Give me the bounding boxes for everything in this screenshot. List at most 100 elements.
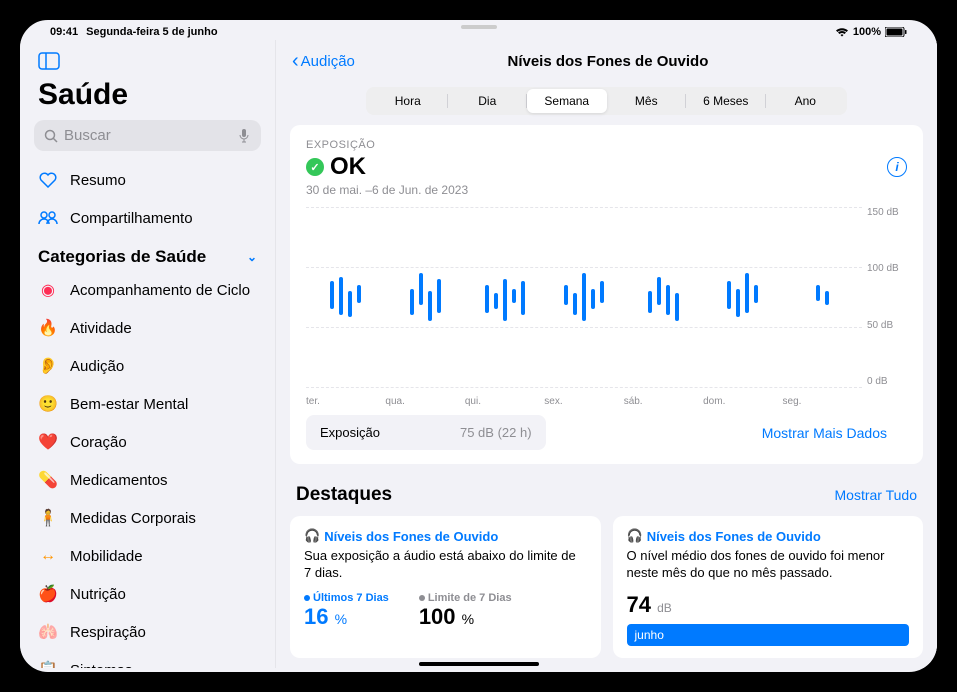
- sidebar-item-label: Mobilidade: [70, 548, 143, 565]
- sidebar-toggle-button[interactable]: [20, 48, 275, 74]
- home-indicator[interactable]: [419, 662, 539, 666]
- lungs-icon: 🫁: [38, 622, 58, 642]
- segment-hora[interactable]: Hora: [368, 89, 448, 113]
- sidebar-item-label: Coração: [70, 434, 127, 451]
- chart-bar: [428, 291, 432, 321]
- sidebar-category-item[interactable]: 👂 Audição: [20, 347, 275, 385]
- highlight-card[interactable]: 🎧Níveis dos Fones de Ouvido Sua exposiçã…: [290, 516, 601, 658]
- heart-icon: ❤️: [38, 432, 58, 452]
- segment-dia[interactable]: Dia: [448, 89, 528, 113]
- chart-bar: [348, 291, 352, 317]
- dynamic-island: [461, 25, 497, 29]
- sidebar-category-item[interactable]: ↔ Mobilidade: [20, 537, 275, 575]
- sidebar-category-item[interactable]: ❤️ Coração: [20, 423, 275, 461]
- chart-bar: [727, 281, 731, 309]
- chart-bar: [564, 285, 568, 305]
- sidebar-item-label: Sintomas: [70, 662, 133, 669]
- sidebar-category-item[interactable]: ◉ Acompanhamento de Ciclo: [20, 271, 275, 309]
- chart-day-group: [703, 207, 782, 387]
- info-button[interactable]: i: [887, 157, 907, 177]
- sidebar-category-item[interactable]: 📋 Sintomas: [20, 651, 275, 668]
- search-placeholder: Buscar: [64, 127, 111, 144]
- sidebar-item-label: Nutrição: [70, 586, 126, 603]
- page-title: Níveis dos Fones de Ouvido: [295, 53, 921, 70]
- exposure-card: EXPOSIÇÃO ✓ OK i 30 de mai. –6 de Jun. d…: [290, 125, 923, 464]
- search-input[interactable]: Buscar: [34, 120, 261, 151]
- chart-bar: [330, 281, 334, 309]
- wifi-icon: [835, 27, 849, 37]
- heart-icon: [38, 170, 58, 190]
- exposure-label: EXPOSIÇÃO: [306, 139, 907, 151]
- sidebar-item-label: Bem-estar Mental: [70, 396, 188, 413]
- sidebar-category-item[interactable]: 💊Medicamentos: [20, 461, 275, 499]
- ear-icon: 👂: [38, 356, 58, 376]
- sidebar-category-item[interactable]: 🫁 Respiração: [20, 613, 275, 651]
- chart-bar: [521, 281, 525, 315]
- sidebar-item-label: Medidas Corporais: [70, 510, 196, 527]
- sidebar-category-item[interactable]: 🙂 Bem-estar Mental: [20, 385, 275, 423]
- segment-ano[interactable]: Ano: [766, 89, 846, 113]
- sidebar-item-label: Respiração: [70, 624, 146, 641]
- nutrition-icon: 🍎: [38, 584, 58, 604]
- show-more-data-button[interactable]: Mostrar Mais Dados: [762, 425, 887, 441]
- chart-bar: [512, 289, 516, 303]
- sidebar-item-resumo[interactable]: Resumo: [20, 161, 275, 199]
- headphone-icon: 🎧: [627, 528, 643, 544]
- audio-exposure-chart[interactable]: 150 dB100 dB50 dB0 dB ter.qua.qui.sex.sá…: [306, 207, 907, 407]
- chart-bar: [600, 281, 604, 303]
- mobility-icon: ↔: [38, 546, 58, 566]
- chart-bar: [825, 291, 829, 305]
- chart-bar: [582, 273, 586, 321]
- chart-bar: [745, 273, 749, 313]
- chart-day-group: [385, 207, 464, 387]
- categories-header[interactable]: Categorias de Saúde ⌄: [20, 237, 275, 271]
- time-range-selector: HoraDiaSemanaMês6 MesesAno: [366, 87, 847, 115]
- chart-bar: [357, 285, 361, 303]
- chart-bar: [573, 293, 577, 315]
- sidebar-item-label: Acompanhamento de Ciclo: [70, 282, 250, 299]
- sidebar-item-label: Audição: [70, 358, 124, 375]
- chart-day-group: [783, 207, 862, 387]
- main-content: ‹ Audição Níveis dos Fones de Ouvido Hor…: [275, 40, 937, 668]
- chart-bar: [736, 289, 740, 318]
- sidebar-category-item[interactable]: 🔥Atividade: [20, 309, 275, 347]
- chart-day-group: [306, 207, 385, 387]
- sidebar-category-item[interactable]: 🍎 Nutrição: [20, 575, 275, 613]
- mind-icon: 🙂: [38, 394, 58, 414]
- chart-bar: [666, 285, 670, 315]
- chart-bar: [419, 273, 423, 305]
- segment-mês[interactable]: Mês: [607, 89, 687, 113]
- sidebar: Saúde Buscar Resumo: [20, 40, 275, 668]
- headphone-icon: 🎧: [304, 528, 320, 544]
- sidebar-item-label: Resumo: [70, 172, 126, 189]
- status-bar: 09:41 Segunda-feira 5 de junho 100%: [20, 20, 937, 40]
- app-title: Saúde: [20, 74, 275, 120]
- symptoms-icon: 📋: [38, 660, 58, 668]
- highlight-card[interactable]: 🎧Níveis dos Fones de Ouvido O nível médi…: [613, 516, 924, 658]
- exposure-status: OK: [330, 153, 366, 181]
- show-all-button[interactable]: Mostrar Tudo: [835, 487, 917, 503]
- chart-bar: [485, 285, 489, 313]
- search-icon: [44, 129, 58, 143]
- flame-icon: 🔥: [38, 318, 58, 338]
- chart-bar: [648, 291, 652, 313]
- chart-bar: [675, 293, 679, 321]
- cycle-icon: ◉: [38, 280, 58, 300]
- chart-bar: [591, 289, 595, 309]
- check-icon: ✓: [306, 158, 324, 176]
- chart-bar: [410, 289, 414, 315]
- chart-bar: [437, 279, 441, 313]
- chart-bar: [503, 279, 507, 321]
- battery-text: 100%: [853, 26, 881, 38]
- sidebar-item-compartilhamento[interactable]: Compartilhamento: [20, 199, 275, 237]
- body-icon: 🧍: [38, 508, 58, 528]
- sidebar-item-label: Compartilhamento: [70, 210, 193, 227]
- sidebar-category-item[interactable]: 🧍 Medidas Corporais: [20, 499, 275, 537]
- segment-semana[interactable]: Semana: [527, 89, 607, 113]
- battery-icon: [885, 27, 907, 37]
- chart-day-group: [624, 207, 703, 387]
- segment-6 meses[interactable]: 6 Meses: [686, 89, 766, 113]
- mic-icon[interactable]: [239, 129, 251, 143]
- date-range: 30 de mai. –6 de Jun. de 2023: [306, 183, 907, 197]
- exposure-summary: Exposição 75 dB (22 h): [306, 415, 546, 450]
